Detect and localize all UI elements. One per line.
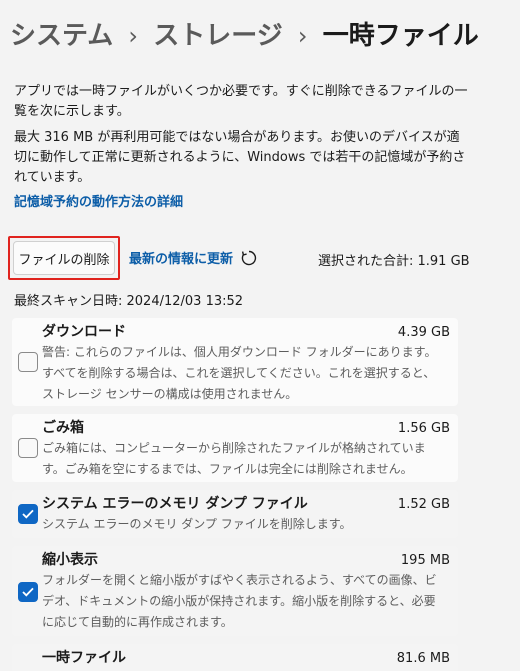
item-size: 4.39 GB: [397, 325, 450, 340]
list-item-recycle-bin: ごみ箱 1.56 GB ごみ箱には、コンピューターから削除されたファイルが格納さ…: [12, 414, 458, 482]
list-item-memory-dump: システム エラーのメモリ ダンプ ファイル 1.52 GB システム エラーのメ…: [12, 490, 458, 538]
temporary-files-page: システム › ストレージ › 一時ファイル アプリでは一時ファイルがいくつか必要…: [0, 0, 520, 671]
checkmark-icon: [22, 587, 34, 597]
item-description: システム エラーのメモリ ダンプ ファイルを削除します。: [42, 517, 352, 531]
checkbox-thumbnails[interactable]: [18, 582, 38, 602]
breadcrumb: システム › ストレージ › 一時ファイル: [10, 16, 479, 56]
reserve-note: 最大 316 MB が再利用可能ではない場合があります。お使いのデバイスが適切に…: [14, 130, 466, 185]
item-description: フォルダーを開くと縮小版がすばやく表示されるよう、すべての画像、ビデオ、ドキュメ…: [42, 573, 437, 629]
item-description: ごみ箱には、コンピューターから削除されたファイルが格納されています。ごみ箱を空に…: [42, 441, 426, 476]
item-title: ダウンロード: [42, 324, 126, 340]
item-title: システム エラーのメモリ ダンプ ファイル: [42, 496, 308, 512]
refresh-icon: [240, 249, 258, 267]
list-item-temp-files: 一時ファイル 81.6 MB: [12, 644, 458, 671]
item-description: 警告: これらのファイルは、個人用ダウンロード フォルダーにあります。すべてを削…: [42, 345, 437, 401]
item-title: 一時ファイル: [42, 650, 126, 666]
delete-files-button[interactable]: ファイルの削除: [13, 241, 115, 275]
item-title: ごみ箱: [42, 420, 84, 436]
checkbox-recycle-bin[interactable]: [18, 438, 38, 458]
checkbox-memory-dump[interactable]: [18, 504, 38, 524]
last-scan-time: 最終スキャン日時: 2024/12/03 13:52: [14, 294, 244, 309]
selected-total: 選択された合計: 1.91 GB: [318, 254, 470, 269]
refresh-button[interactable]: 最新の情報に更新: [129, 248, 258, 267]
list-item-thumbnails: 縮小表示 195 MB フォルダーを開くと縮小版がすばやく表示されるよう、すべて…: [12, 546, 458, 636]
delete-files-highlight: ファイルの削除: [8, 236, 120, 280]
chevron-right-icon: ›: [297, 22, 308, 50]
checkmark-icon: [22, 509, 34, 519]
refresh-label: 最新の情報に更新: [129, 252, 234, 267]
breadcrumb-system[interactable]: システム: [10, 16, 113, 56]
breadcrumb-storage[interactable]: ストレージ: [153, 16, 282, 56]
list-item-downloads: ダウンロード 4.39 GB 警告: これらのファイルは、個人用ダウンロード フ…: [12, 318, 458, 406]
item-size: 1.56 GB: [397, 421, 450, 436]
item-size: 81.6 MB: [396, 651, 450, 666]
item-size: 195 MB: [400, 553, 450, 568]
page-description: アプリでは一時ファイルがいくつか必要です。すぐに削除できるファイルの一覧を次に示…: [14, 84, 468, 119]
page-title: 一時ファイル: [322, 21, 479, 51]
item-title: 縮小表示: [42, 552, 98, 568]
item-size: 1.52 GB: [397, 497, 450, 512]
chevron-right-icon: ›: [128, 22, 139, 50]
reserve-info-link[interactable]: 記憶域予約の動作方法の詳細: [14, 193, 183, 213]
checkbox-downloads[interactable]: [18, 352, 38, 372]
